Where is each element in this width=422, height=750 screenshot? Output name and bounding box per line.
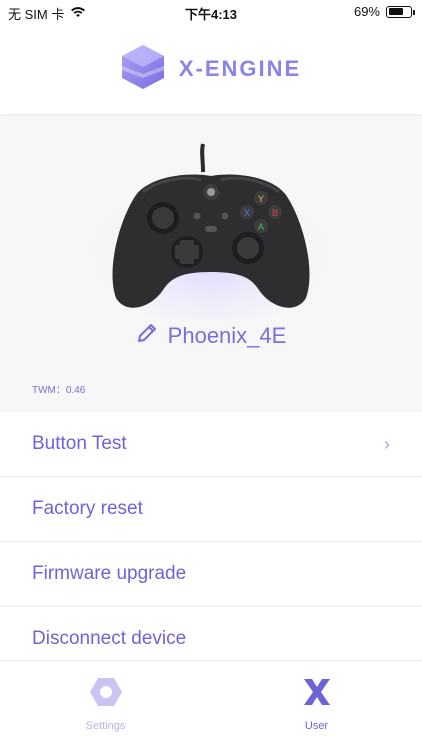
menu-item-button-test[interactable]: Button Test ›	[0, 412, 422, 477]
app-screen: 无 SIM 卡 下午4:13 69% X-ENGINE Y X B A Phoe…	[0, 0, 422, 750]
device-name: Phoenix_4E	[167, 323, 287, 348]
controller-image: Y X B A	[0, 140, 422, 320]
tab-settings[interactable]: Settings	[0, 661, 211, 750]
svg-text:X: X	[244, 208, 250, 218]
brand-name: X-ENGINE	[178, 56, 302, 81]
chevron-right-icon: ›	[384, 433, 390, 454]
battery-icon	[386, 5, 415, 18]
tab-user[interactable]: User	[211, 661, 422, 750]
menu-item-firmware-upgrade[interactable]: Firmware upgrade	[0, 542, 422, 607]
status-bar: 无 SIM 卡 下午4:13 69%	[0, 0, 422, 24]
x-icon	[302, 677, 332, 712]
menu-item-label: Button Test	[32, 433, 127, 454]
pencil-icon[interactable]	[136, 322, 158, 350]
app-header: X-ENGINE	[0, 24, 422, 114]
device-name-row[interactable]: Phoenix_4E	[0, 322, 422, 350]
tab-bar: Settings User	[0, 660, 422, 750]
firmware-version: TWM：0.46	[32, 385, 86, 396]
tab-label: User	[304, 720, 329, 732]
status-right: 69%	[353, 4, 415, 19]
svg-text:A: A	[258, 222, 264, 232]
hexagon-logo-icon	[121, 44, 165, 95]
menu-item-label: Disconnect device	[32, 628, 187, 649]
menu-item-factory-reset[interactable]: Factory reset	[0, 477, 422, 542]
settings-menu: Button Test › Factory reset Firmware upg…	[0, 412, 422, 672]
battery-fill	[388, 8, 403, 15]
gamepad-icon: Y X B A	[91, 143, 331, 320]
svg-text:B: B	[272, 208, 278, 218]
menu-item-label: Factory reset	[32, 498, 143, 519]
tab-label: Settings	[85, 720, 126, 732]
battery-percent: 69%	[353, 4, 380, 19]
menu-item-label: Firmware upgrade	[32, 563, 187, 584]
svg-text:Y: Y	[258, 194, 264, 204]
hexagon-icon	[89, 677, 123, 712]
